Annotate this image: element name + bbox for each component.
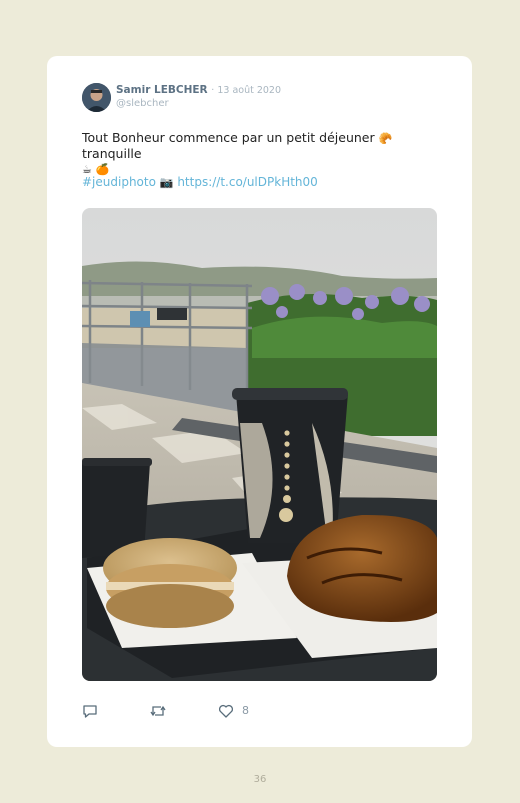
tweet-text-body: Tout Bonheur commence par un petit déjeu…	[82, 130, 375, 145]
page-number: 36	[253, 774, 267, 785]
author-handle[interactable]: @slebcher	[116, 98, 169, 109]
tweet-actions: 8	[82, 703, 282, 719]
author-name[interactable]: Samir LEBCHER · 13 août 2020	[116, 84, 281, 96]
url-link[interactable]: https://t.co/ulDPkHth00	[177, 175, 317, 189]
retweet-icon[interactable]	[149, 703, 167, 719]
like-count: 8	[242, 704, 249, 717]
tweet-links: #jeudiphoto 📷 https://t.co/ulDPkHth00	[82, 175, 318, 189]
tweet-photo[interactable]	[82, 208, 437, 681]
author-name-text: Samir LEBCHER	[116, 84, 208, 96]
tweet-text-word: tranquille	[82, 146, 142, 161]
tweet-text: Tout Bonheur commence par un petit déjeu…	[82, 130, 442, 177]
tweet-date: · 13 août 2020	[211, 85, 282, 96]
hashtag-link[interactable]: #jeudiphoto	[82, 175, 156, 189]
heart-icon[interactable]	[218, 703, 234, 719]
reply-icon[interactable]	[82, 703, 98, 719]
camera-emoji: 📷	[159, 176, 174, 189]
croissant-emoji: 🥐	[378, 132, 393, 145]
avatar[interactable]	[82, 83, 111, 112]
tweet-card: Samir LEBCHER · 13 août 2020 @slebcher T…	[47, 56, 472, 747]
